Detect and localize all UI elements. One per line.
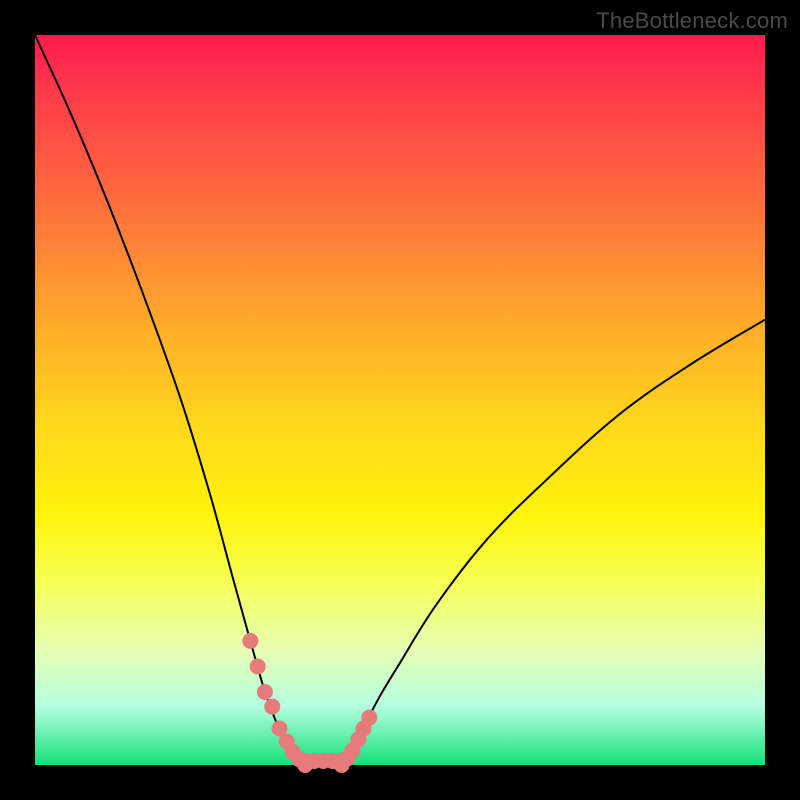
highlight-dots-floor — [297, 753, 350, 769]
curve-left — [35, 35, 305, 765]
plot-area — [35, 35, 765, 765]
highlight-dot — [250, 658, 266, 674]
highlight-dot — [334, 753, 350, 769]
watermark-text: TheBottleneck.com — [596, 8, 788, 34]
curve-right — [342, 320, 765, 765]
chart-frame: TheBottleneck.com — [0, 0, 800, 800]
highlight-dot — [264, 699, 280, 715]
chart-svg — [35, 35, 765, 765]
highlight-dot — [257, 684, 273, 700]
highlight-dot — [361, 710, 377, 726]
highlight-dot — [242, 633, 258, 649]
